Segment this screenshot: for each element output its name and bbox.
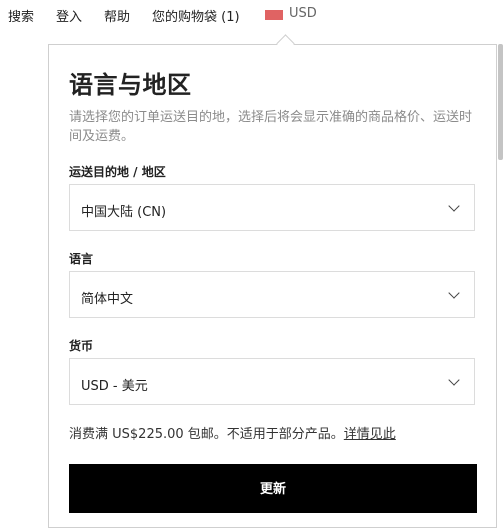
language-select[interactable]: 简体中文 (69, 271, 475, 318)
scrollbar[interactable] (498, 44, 503, 160)
destination-label: 运送目的地 / 地区 (69, 165, 166, 179)
chevron-down-icon (448, 374, 460, 386)
top-navigation: 搜索 登入 帮助 您的购物袋 (1) USD (0, 0, 503, 30)
nav-help-link[interactable]: 帮助 (104, 6, 130, 25)
shipping-note-text: 消费满 US$225.00 包邮。不适用于部分产品。 (69, 427, 344, 442)
nav-search-link[interactable]: 搜索 (8, 6, 34, 25)
currency-select[interactable]: USD - 美元 (69, 358, 475, 405)
language-select-value: 简体中文 (81, 292, 134, 307)
panel-title: 语言与地区 (69, 71, 192, 99)
details-link[interactable]: 详情见此 (344, 427, 396, 442)
nav-login-link[interactable]: 登入 (56, 6, 82, 25)
nav-shopping-bag-link[interactable]: 您的购物袋 (1) (152, 6, 240, 25)
destination-select-value: 中国大陆 (CN) (81, 205, 167, 220)
chevron-down-icon (448, 200, 460, 212)
currency-select-value: USD - 美元 (81, 379, 148, 394)
chevron-down-icon (448, 287, 460, 299)
panel-description: 请选择您的订单运送目的地，选择后将会显示准确的商品格价、运送时间及运费。 (69, 110, 473, 144)
china-flag-icon[interactable] (265, 10, 283, 20)
shipping-note: 消费满 US$225.00 包邮。不适用于部分产品。详情见此 (69, 423, 396, 442)
nav-currency-selector[interactable]: USD (289, 6, 317, 21)
update-button[interactable]: 更新 (69, 464, 477, 513)
destination-select[interactable]: 中国大陆 (CN) (69, 184, 475, 231)
language-label: 语言 (69, 252, 94, 266)
currency-label: 货币 (69, 339, 94, 353)
locale-panel: 语言与地区 请选择您的订单运送目的地，选择后将会显示准确的商品格价、运送时间及运… (48, 44, 497, 528)
